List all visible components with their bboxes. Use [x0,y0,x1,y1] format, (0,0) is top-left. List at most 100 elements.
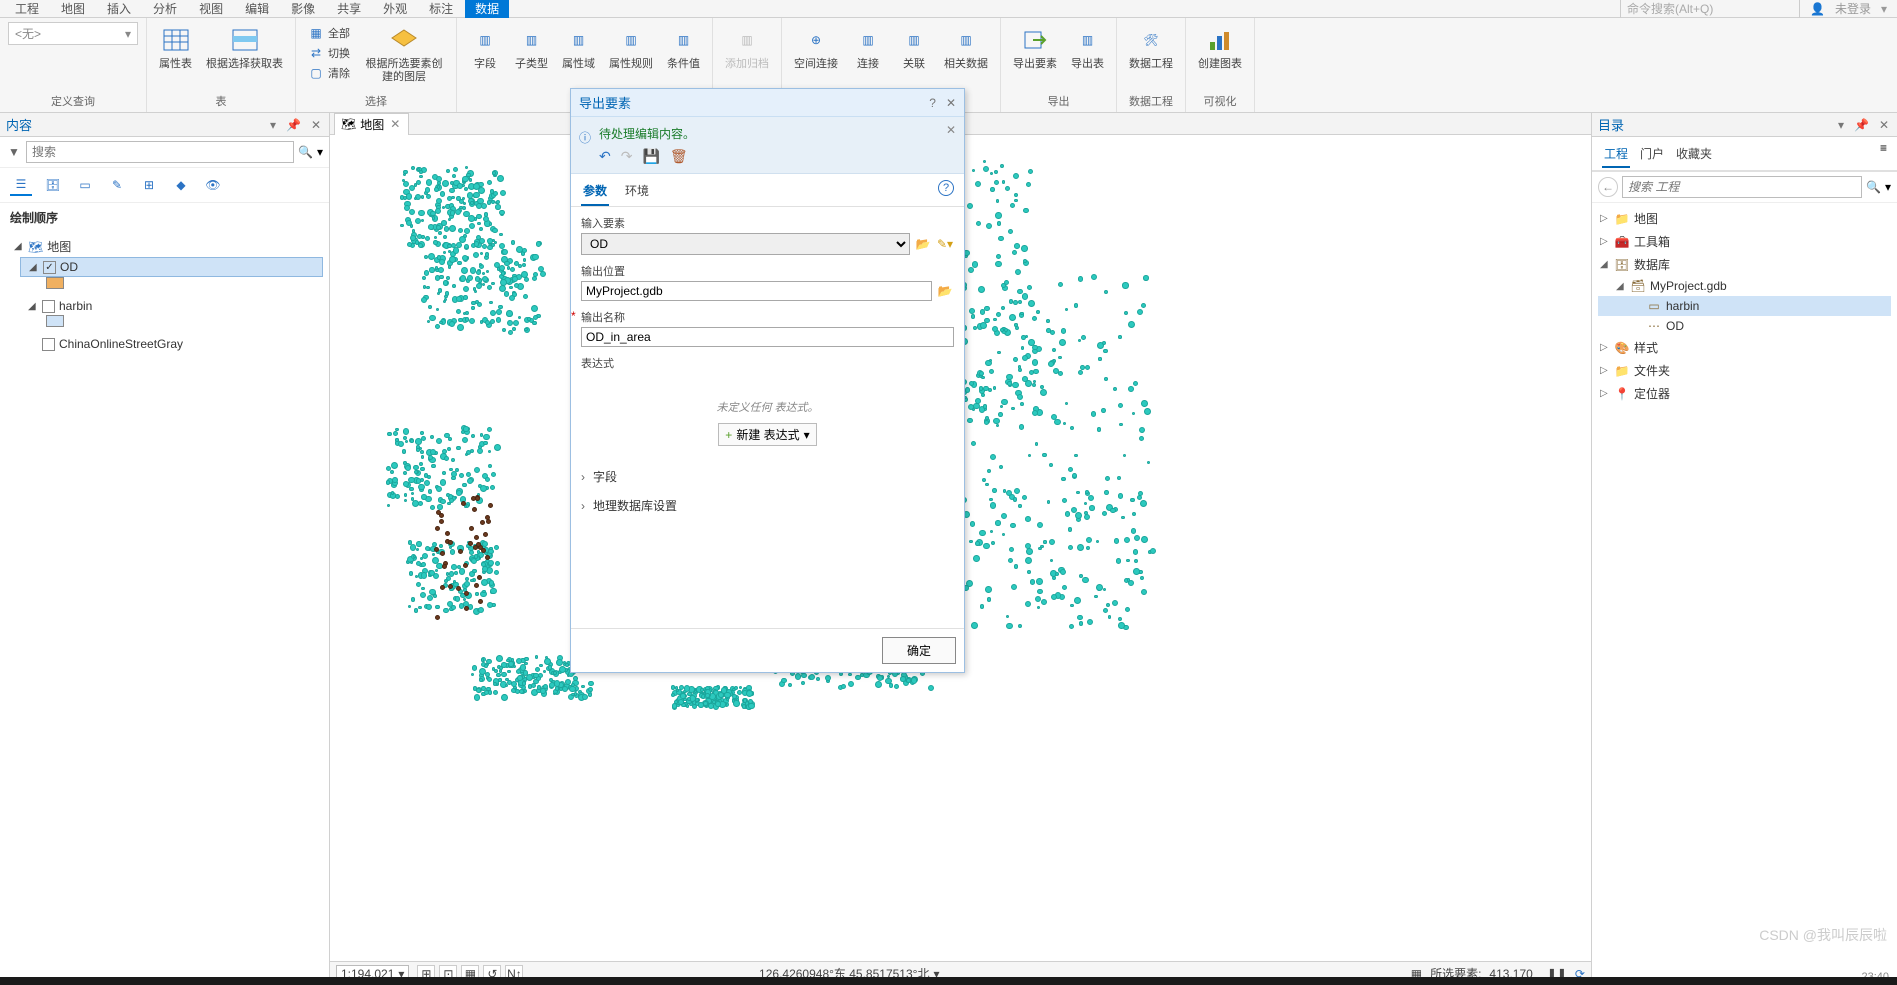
ribbon-tab[interactable]: 影像 [281,0,325,19]
chevron-down-icon[interactable]: ▾ [1881,2,1887,16]
toc-map-item[interactable]: ◢ 🗺 地图 [6,236,323,257]
browse-icon[interactable]: 📂 [914,235,932,253]
map-tab[interactable]: 🗺 地图 ✕ [334,113,409,135]
fields-button[interactable]: ▥字段 [465,22,505,73]
export-features-button[interactable]: 导出要素 [1009,22,1061,73]
dialog-tab-parameters[interactable]: 参数 [581,180,609,206]
catalog-node-harbin[interactable]: ▷▭harbin [1598,296,1891,316]
output-location-input[interactable] [581,281,932,301]
export-table-button[interactable]: ▥导出表 [1067,22,1108,73]
layer-checkbox[interactable]: ✓ [43,261,56,274]
attribute-rules-button[interactable]: ▥属性规则 [605,22,657,73]
input-features-select[interactable]: OD [581,233,910,255]
chevron-down-icon[interactable]: ▾ [1885,180,1891,194]
data-engineering-button[interactable]: 🛠数据工程 [1125,22,1177,73]
ribbon-tab[interactable]: 编辑 [235,0,279,19]
pin-icon[interactable]: 📌 [1852,118,1871,132]
filter-icon[interactable]: ▼ [6,145,22,159]
ribbon-tab[interactable]: 数据 [465,0,509,19]
definition-query-dropdown[interactable]: <无>▾ [8,22,138,45]
catalog-node-databases[interactable]: ◢🗄数据库 [1598,253,1891,276]
list-by-labeling-icon[interactable]: ◆ [170,174,192,196]
join-button[interactable]: ▥连接 [848,22,888,73]
layer-symbol[interactable] [46,277,64,289]
back-icon[interactable]: ← [1598,177,1618,197]
layer-checkbox[interactable] [42,338,55,351]
collapse-icon[interactable]: ◢ [28,301,38,312]
catalog-node-toolboxes[interactable]: ▷🧰工具箱 [1598,230,1891,253]
ok-button[interactable]: 确定 [882,637,956,664]
close-icon[interactable]: ✕ [946,123,956,137]
list-by-source-icon[interactable]: 🗄 [42,174,64,196]
catalog-tab-project[interactable]: 工程 [1602,141,1630,168]
toc-layer-od[interactable]: ◢ ✓ OD [20,257,323,277]
catalog-tab-portal[interactable]: 门户 [1638,141,1666,166]
attribute-table-button[interactable]: 属性表 [155,22,196,73]
section-fields[interactable]: 字段 [581,462,954,491]
catalog-node-gdb[interactable]: ◢🗃MyProject.gdb [1598,276,1891,296]
clear-selection-button[interactable]: ▢清除 [304,64,354,82]
relate-button[interactable]: ▥关联 [894,22,934,73]
help-icon[interactable]: ? [929,96,936,110]
list-by-perspective-icon[interactable]: 👁 [202,174,224,196]
new-expression-button[interactable]: + 新建 表达式 ▾ [718,423,816,446]
catalog-node-maps[interactable]: ▷📁地图 [1598,207,1891,230]
close-icon[interactable]: ✕ [1877,118,1891,132]
spatial-join-button[interactable]: ⊕空间连接 [790,22,842,73]
ribbon-tab[interactable]: 地图 [51,0,95,19]
list-by-drawing-order-icon[interactable]: ☰ [10,174,32,196]
dropdown-icon[interactable]: ▾ [268,118,278,132]
search-icon[interactable]: 🔍 [1866,180,1881,194]
layer-checkbox[interactable] [42,300,55,313]
contents-search-input[interactable] [26,141,294,163]
list-by-selection-icon[interactable]: ▭ [74,174,96,196]
toc-layer-basemap[interactable]: ◢ ChinaOnlineStreetGray [20,335,323,353]
section-gdb-settings[interactable]: 地理数据库设置 [581,491,954,520]
search-icon[interactable]: 🔍 [298,145,313,159]
close-icon[interactable]: ✕ [309,118,323,132]
ribbon-tab[interactable]: 共享 [327,0,371,19]
list-by-snapping-icon[interactable]: ⊞ [138,174,160,196]
contingent-values-button[interactable]: ▥条件值 [663,22,704,73]
discard-edits-icon[interactable]: 🗑 [670,148,688,165]
domains-button[interactable]: ▥属性域 [558,22,599,73]
collapse-icon[interactable]: ◢ [14,241,24,252]
related-data-button[interactable]: ▥相关数据 [940,22,992,73]
chevron-down-icon[interactable]: ▾ [317,145,323,159]
table-from-selection-button[interactable]: 根据选择获取表 [202,22,287,73]
catalog-node-folders[interactable]: ▷📁文件夹 [1598,359,1891,382]
undo-icon[interactable]: ↶ [599,148,611,165]
ribbon-tab[interactable]: 视图 [189,0,233,19]
catalog-node-od[interactable]: ▷⋯OD [1598,316,1891,336]
close-icon[interactable]: ✕ [388,117,402,131]
browse-icon[interactable]: 📂 [936,282,954,300]
ribbon-tab[interactable]: 标注 [419,0,463,19]
collapse-icon[interactable]: ◢ [29,262,39,273]
redo-icon[interactable]: ↷ [621,148,633,165]
login-status[interactable]: 未登录 [1835,0,1871,17]
command-search[interactable]: 命令搜索(Alt+Q) [1620,0,1800,19]
dialog-tab-environments[interactable]: 环境 [623,180,651,206]
save-edits-icon[interactable]: 💾 [642,148,659,165]
output-name-input[interactable] [581,327,954,347]
catalog-node-locators[interactable]: ▷📍定位器 [1598,382,1891,405]
select-all-button[interactable]: ▦全部 [304,24,354,42]
catalog-search-input[interactable] [1622,176,1862,198]
edit-icon[interactable]: ✎▾ [936,235,954,253]
switch-selection-button[interactable]: ⇄切换 [304,44,354,62]
user-icon[interactable]: 👤 [1810,2,1825,16]
ribbon-tab[interactable]: 工程 [5,0,49,19]
toc-layer-harbin[interactable]: ◢ harbin [20,297,323,315]
list-by-editing-icon[interactable]: ✎ [106,174,128,196]
pin-icon[interactable]: 📌 [284,118,303,132]
subtypes-button[interactable]: ▥子类型 [511,22,552,73]
catalog-tab-favorites[interactable]: 收藏夹 [1674,141,1714,166]
layer-from-selection-button[interactable]: 根据所选要素创建的图层 [360,22,448,86]
dropdown-icon[interactable]: ▾ [1836,118,1846,132]
ribbon-tab[interactable]: 分析 [143,0,187,19]
help-icon[interactable]: ? [938,180,954,196]
close-icon[interactable]: ✕ [946,96,956,110]
catalog-node-styles[interactable]: ▷🎨样式 [1598,336,1891,359]
ribbon-tab[interactable]: 外观 [373,0,417,19]
ribbon-tab[interactable]: 插入 [97,0,141,19]
